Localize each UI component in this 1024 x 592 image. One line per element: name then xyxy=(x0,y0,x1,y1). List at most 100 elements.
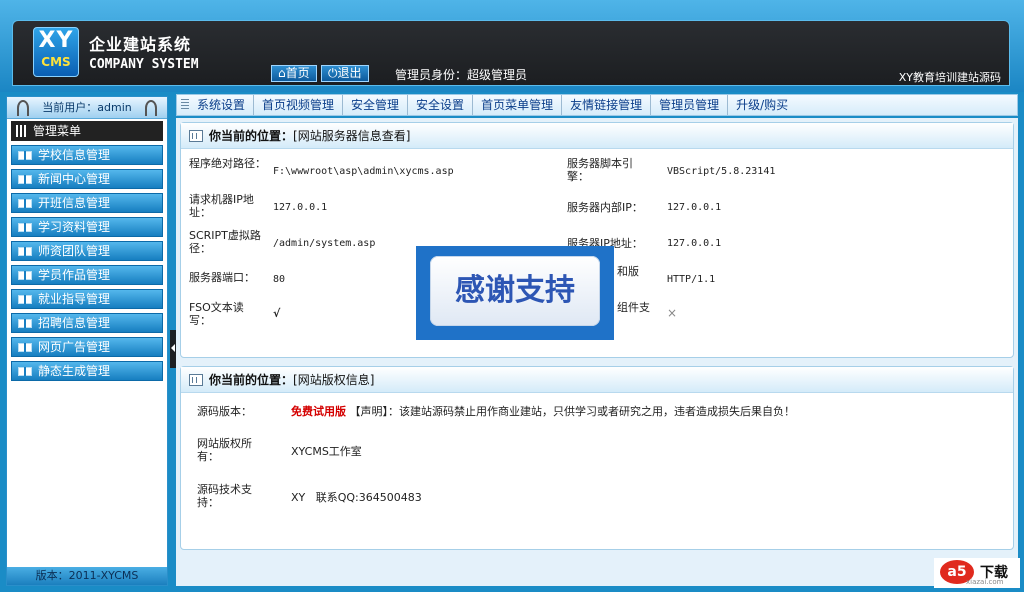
menu-header: 管理菜单 xyxy=(11,121,163,141)
info-value: F:\wwwroot\asp\admin\xycms.asp xyxy=(273,166,454,177)
sidebar-item-label: 静态生成管理 xyxy=(38,364,111,378)
watermark-url: xiazai.com xyxy=(966,578,1004,586)
info-label: FSO文本读写： xyxy=(189,301,244,327)
sidebar-item-ads[interactable]: 网页广告管理 xyxy=(11,337,163,357)
logout-button[interactable]: ⏻退出 xyxy=(321,65,369,82)
pin-icon xyxy=(145,100,157,116)
sidebar-item-label: 开班信息管理 xyxy=(38,196,111,210)
sidebar-item-label: 就业指导管理 xyxy=(38,292,111,306)
current-user: 当前用户：admin xyxy=(42,101,132,114)
pin-icon xyxy=(17,100,29,116)
cross-icon: × xyxy=(667,306,678,320)
top-menu: 系统设置 首页视频管理 安全管理 安全设置 首页菜单管理 友情链接管理 管理员管… xyxy=(176,94,1018,116)
book-icon xyxy=(18,199,32,208)
sidebar-item-label: 学校信息管理 xyxy=(38,148,111,162)
sidebar-item-label: 新闻中心管理 xyxy=(38,172,111,186)
copyright-owner-value: XYCMS工作室 xyxy=(291,445,362,458)
sidebar-item-label: 网页广告管理 xyxy=(38,340,111,354)
sidebar-item-news[interactable]: 新闻中心管理 xyxy=(11,169,163,189)
book-icon xyxy=(18,295,32,304)
book-icon xyxy=(18,151,32,160)
thanks-text: 感谢支持 xyxy=(430,256,600,326)
panel-title: 你当前的位置：[网站服务器信息查看] xyxy=(181,123,1013,149)
source-version-label: 源码版本： xyxy=(197,405,252,418)
book-icon xyxy=(18,367,32,376)
grid-icon xyxy=(16,125,28,137)
site-tag: XY教育培训建站源码 xyxy=(898,71,1001,84)
support-label: 源码技术支持： xyxy=(197,483,252,509)
copyright-owner-label: 网站版权所有： xyxy=(197,437,252,463)
power-icon: ⏻ xyxy=(328,66,338,80)
tab-home-video[interactable]: 首页视频管理 xyxy=(254,95,344,115)
logo-cms: CMS xyxy=(41,55,71,69)
panel-title: 你当前的位置：[网站版权信息] xyxy=(181,367,1013,393)
info-label: 请求机器IP地址： xyxy=(189,193,254,219)
sidebar-item-classes[interactable]: 开班信息管理 xyxy=(11,193,163,213)
location-value: [网站版权信息] xyxy=(293,373,375,387)
sidebar-item-recruit[interactable]: 招聘信息管理 xyxy=(11,313,163,333)
thanks-overlay[interactable]: 感谢支持 xyxy=(416,246,614,340)
home-label: 首页 xyxy=(285,66,310,80)
tab-security-settings[interactable]: 安全设置 xyxy=(408,95,474,115)
book-icon xyxy=(18,175,32,184)
sidebar-item-employment[interactable]: 就业指导管理 xyxy=(11,289,163,309)
tab-friend-links[interactable]: 友情链接管理 xyxy=(562,95,652,115)
info-value: 127.0.0.1 xyxy=(667,202,722,213)
info-label: 服务器内部IP： xyxy=(567,201,643,214)
info-value: HTTP/1.1 xyxy=(667,274,716,285)
info-label: 和版 xyxy=(617,265,639,278)
support-value: XY 联系QQ:364500483 xyxy=(291,491,422,504)
brand-subtitle: COMPANY SYSTEM xyxy=(89,57,199,72)
tab-home-menu[interactable]: 首页菜单管理 xyxy=(473,95,563,115)
sidebar-item-label: 学员作品管理 xyxy=(38,268,111,282)
tab-upgrade[interactable]: 升级/购买 xyxy=(728,95,796,115)
book-icon xyxy=(18,247,32,256)
location-label: 你当前的位置： xyxy=(209,373,294,387)
sidebar-item-label: 师资团队管理 xyxy=(38,244,111,258)
sidebar-item-teachers[interactable]: 师资团队管理 xyxy=(11,241,163,261)
main-content: 你当前的位置：[网站服务器信息查看] 程序绝对路径： F:\wwwroot\as… xyxy=(176,118,1018,586)
home-icon: ⌂ xyxy=(278,66,286,80)
logo-xy: XY xyxy=(38,28,74,53)
book-icon xyxy=(18,343,32,352)
tab-system-settings[interactable]: 系统设置 xyxy=(189,95,255,115)
free-trial-badge: 免费试用版 xyxy=(291,405,346,418)
copyright-panel: 你当前的位置：[网站版权信息] 源码版本： 免费试用版 【声明】：该建站源码禁止… xyxy=(180,366,1014,550)
info-value: 127.0.0.1 xyxy=(667,238,722,249)
grip-icon xyxy=(181,99,189,111)
tab-admin-manage[interactable]: 管理员管理 xyxy=(651,95,729,115)
document-icon xyxy=(189,374,203,386)
license-notice: 【声明】：该建站源码禁止用作商业建站，只供学习或者研究之用，违者造成损失后果自负… xyxy=(349,405,796,418)
info-label: 组件支 xyxy=(617,301,650,314)
info-value: VBScript/5.8.23141 xyxy=(667,166,776,177)
info-label: 程序绝对路径： xyxy=(189,157,266,170)
book-icon xyxy=(18,319,32,328)
book-icon xyxy=(18,271,32,280)
info-value: 80 xyxy=(273,274,286,285)
check-icon: √ xyxy=(273,307,281,320)
brand-title: 企业建站系统 xyxy=(89,35,192,54)
sidebar-item-label: 学习资料管理 xyxy=(38,220,111,234)
location-value: [网站服务器信息查看] xyxy=(293,129,411,143)
header-bar: XY CMS 企业建站系统 COMPANY SYSTEM ⌂首页 ⏻退出 管理员… xyxy=(12,20,1010,86)
document-icon xyxy=(189,130,203,142)
header: XY CMS 企业建站系统 COMPANY SYSTEM ⌂首页 ⏻退出 管理员… xyxy=(0,0,1024,92)
location-label: 你当前的位置： xyxy=(209,129,294,143)
info-value: /admin/system.asp xyxy=(273,238,376,249)
menu-header-label: 管理菜单 xyxy=(33,124,82,138)
sidebar-item-label: 招聘信息管理 xyxy=(38,316,111,330)
sidebar-item-materials[interactable]: 学习资料管理 xyxy=(11,217,163,237)
logo: XY CMS xyxy=(33,27,79,77)
tab-security-manage[interactable]: 安全管理 xyxy=(343,95,409,115)
source-version-value: 免费试用版 【声明】：该建站源码禁止用作商业建站，只供学习或者研究之用，违者造成… xyxy=(291,405,1011,418)
info-label: SCRIPT虚拟路径： xyxy=(189,229,261,255)
home-button[interactable]: ⌂首页 xyxy=(271,65,317,82)
sidebar-item-static[interactable]: 静态生成管理 xyxy=(11,361,163,381)
watermark: a5 下载 xiazai.com xyxy=(934,558,1020,588)
sidebar-item-school[interactable]: 学校信息管理 xyxy=(11,145,163,165)
info-label: 服务器端口： xyxy=(189,271,255,284)
admin-role: 管理员身份：超级管理员 xyxy=(395,68,528,82)
book-icon xyxy=(18,223,32,232)
sidebar-item-works[interactable]: 学员作品管理 xyxy=(11,265,163,285)
current-user-bar: 当前用户：admin xyxy=(7,97,167,119)
